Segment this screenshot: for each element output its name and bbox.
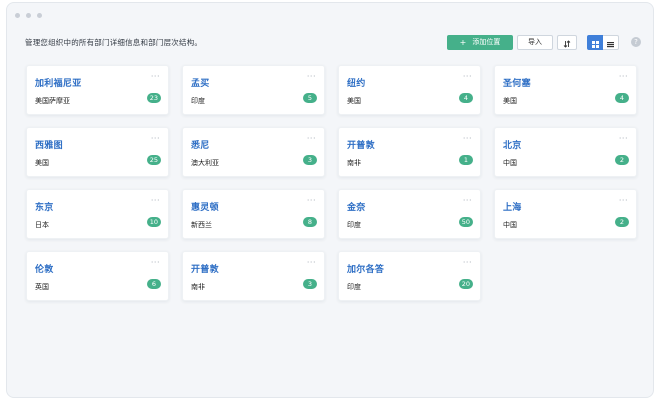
- employee-count-badge: 23: [146, 93, 161, 103]
- question-icon: ?: [634, 38, 638, 46]
- more-options-icon[interactable]: ···: [463, 134, 472, 143]
- location-card[interactable]: 上海 ··· 中国 2: [494, 189, 637, 239]
- location-card[interactable]: 金奈 ··· 印度 50: [338, 189, 481, 239]
- employee-count-badge: 4: [615, 93, 629, 103]
- location-name[interactable]: 北京: [503, 138, 628, 151]
- app-window: 管理您组织中的所有部门详细信息和部门层次结构。 + 添加位置 导入 ? 加利福尼…: [6, 2, 654, 398]
- location-card[interactable]: 东京 ··· 日本 10: [26, 189, 169, 239]
- location-name[interactable]: 东京: [35, 200, 160, 213]
- plus-icon: +: [459, 37, 467, 47]
- location-card[interactable]: 开普敦 ··· 南非 1: [338, 127, 481, 177]
- employee-count-badge: 50: [458, 217, 473, 227]
- window-control-dot[interactable]: [26, 12, 31, 18]
- location-card[interactable]: 悉尼 ··· 澳大利亚 3: [182, 127, 325, 177]
- location-name[interactable]: 加尔各答: [347, 262, 472, 275]
- location-name[interactable]: 开普敦: [347, 138, 472, 151]
- more-options-icon[interactable]: ···: [307, 134, 316, 143]
- location-card[interactable]: 开普敦 ··· 南非 3: [182, 251, 325, 301]
- more-options-icon[interactable]: ···: [463, 258, 472, 267]
- location-grid: 加利福尼亚 ··· 美国萨摩亚 23 孟买 ··· 印度 5 纽约 ··· 美国 4 圣何塞 ··· 美国 4…: [26, 65, 640, 301]
- location-name[interactable]: 惠灵顿: [191, 200, 316, 213]
- window-titlebar: [7, 3, 653, 27]
- employee-count-badge: 1: [459, 155, 473, 165]
- more-options-icon[interactable]: ···: [619, 196, 628, 205]
- employee-count-badge: 2: [615, 155, 629, 165]
- location-region: 美国: [503, 97, 517, 105]
- location-name[interactable]: 悉尼: [191, 138, 316, 151]
- more-options-icon[interactable]: ···: [463, 72, 472, 81]
- location-name[interactable]: 开普敦: [191, 262, 316, 275]
- window-control-dot[interactable]: [37, 12, 42, 18]
- location-region: 南非: [191, 283, 205, 291]
- help-button[interactable]: ?: [631, 37, 641, 47]
- location-region: 中国: [503, 159, 517, 167]
- location-region: 美国: [35, 159, 49, 167]
- location-region: 印度: [191, 97, 205, 105]
- toolbar: 管理您组织中的所有部门详细信息和部门层次结构。 + 添加位置 导入 ?: [17, 29, 645, 55]
- location-region: 日本: [35, 221, 49, 229]
- sort-icon: [563, 33, 571, 52]
- location-name[interactable]: 纽约: [347, 76, 472, 89]
- location-name[interactable]: 加利福尼亚: [35, 76, 160, 89]
- more-options-icon[interactable]: ···: [463, 196, 472, 205]
- location-name[interactable]: 金奈: [347, 200, 472, 213]
- more-options-icon[interactable]: ···: [151, 72, 160, 81]
- location-name[interactable]: 孟买: [191, 76, 316, 89]
- location-card[interactable]: 圣何塞 ··· 美国 4: [494, 65, 637, 115]
- location-region: 南非: [347, 159, 361, 167]
- more-options-icon[interactable]: ···: [151, 196, 160, 205]
- employee-count-badge: 4: [459, 93, 473, 103]
- import-label: 导入: [528, 38, 542, 46]
- employee-count-badge: 2: [615, 217, 629, 227]
- employee-count-badge: 8: [303, 217, 317, 227]
- employee-count-badge: 3: [303, 279, 317, 289]
- location-card[interactable]: 纽约 ··· 美国 4: [338, 65, 481, 115]
- location-region: 澳大利亚: [191, 159, 219, 167]
- more-options-icon[interactable]: ···: [307, 258, 316, 267]
- employee-count-badge: 25: [146, 155, 161, 165]
- sort-button[interactable]: [557, 33, 577, 52]
- location-region: 美国萨摩亚: [35, 97, 70, 105]
- location-name[interactable]: 西雅图: [35, 138, 160, 151]
- view-toggle: [587, 33, 619, 52]
- location-name[interactable]: 圣何塞: [503, 76, 628, 89]
- location-card[interactable]: 北京 ··· 中国 2: [494, 127, 637, 177]
- location-region: 美国: [347, 97, 361, 105]
- location-region: 印度: [347, 283, 361, 291]
- location-card[interactable]: 西雅图 ··· 美国 25: [26, 127, 169, 177]
- location-region: 英国: [35, 283, 49, 291]
- page-description: 管理您组织中的所有部门详细信息和部门层次结构。: [25, 37, 203, 47]
- employee-count-badge: 10: [146, 217, 161, 227]
- location-card[interactable]: 惠灵顿 ··· 新西兰 8: [182, 189, 325, 239]
- grid-view-button[interactable]: [587, 33, 603, 52]
- more-options-icon[interactable]: ···: [151, 134, 160, 143]
- location-region: 中国: [503, 221, 517, 229]
- location-name[interactable]: 上海: [503, 200, 628, 213]
- add-location-label: 添加位置: [472, 38, 501, 46]
- location-region: 印度: [347, 221, 361, 229]
- list-view-button[interactable]: [603, 33, 619, 52]
- employee-count-badge: 5: [303, 93, 317, 103]
- location-card[interactable]: 加利福尼亚 ··· 美国萨摩亚 23: [26, 65, 169, 115]
- employee-count-badge: 6: [147, 279, 161, 289]
- employee-count-badge: 3: [303, 155, 317, 165]
- location-region: 新西兰: [191, 221, 212, 229]
- location-card[interactable]: 孟买 ··· 印度 5: [182, 65, 325, 115]
- list-view-icon: [607, 33, 614, 52]
- window-control-dot[interactable]: [15, 12, 20, 18]
- location-name[interactable]: 伦敦: [35, 262, 160, 275]
- add-location-button[interactable]: + 添加位置: [447, 34, 513, 50]
- more-options-icon[interactable]: ···: [619, 72, 628, 81]
- more-options-icon[interactable]: ···: [151, 258, 160, 267]
- import-button[interactable]: 导入: [517, 34, 553, 50]
- grid-view-icon: [591, 33, 599, 52]
- location-card[interactable]: 加尔各答 ··· 印度 20: [338, 251, 481, 301]
- more-options-icon[interactable]: ···: [619, 134, 628, 143]
- more-options-icon[interactable]: ···: [307, 72, 316, 81]
- employee-count-badge: 20: [458, 279, 473, 289]
- location-card[interactable]: 伦敦 ··· 英国 6: [26, 251, 169, 301]
- more-options-icon[interactable]: ···: [307, 196, 316, 205]
